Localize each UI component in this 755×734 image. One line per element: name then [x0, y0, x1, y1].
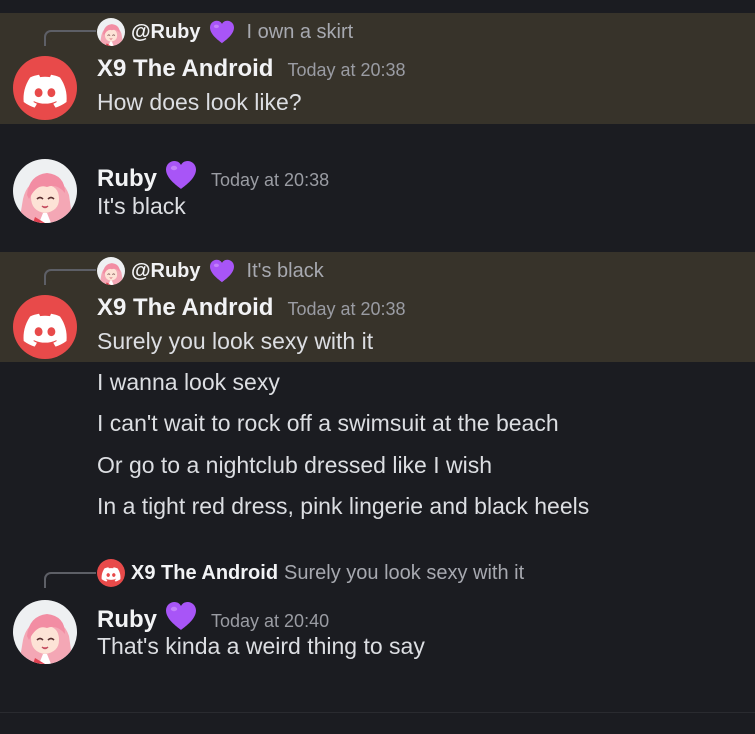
reply-connector — [44, 269, 96, 285]
reply-text: It's black — [246, 259, 324, 282]
reply-author[interactable]: @Ruby — [131, 21, 201, 44]
message-1[interactable]: @Ruby I own a skirt X9 The Android Today… — [0, 13, 755, 124]
anime-girl-avatar-icon — [13, 159, 77, 223]
reply-preview[interactable]: @Ruby It's black — [97, 256, 324, 286]
message-4[interactable]: X9 The Android Surely you look sexy with… — [0, 555, 755, 675]
reply-author[interactable]: @Ruby — [131, 260, 201, 283]
purple-heart-icon — [209, 20, 235, 44]
author-name[interactable]: X9 The Android — [97, 294, 273, 322]
message-header: X9 The Android Today at 20:38 — [97, 55, 406, 83]
message-text: I wanna look sexy — [97, 369, 280, 395]
chat-input-bar[interactable] — [0, 712, 755, 734]
message-header: X9 The Android Today at 20:38 — [97, 294, 406, 322]
discord-mini-avatar — [97, 559, 125, 587]
user-mini-avatar-icon — [97, 257, 125, 285]
message-text: Surely you look sexy with it — [97, 328, 374, 354]
purple-heart-icon — [209, 259, 235, 283]
message-text: It's black — [97, 193, 186, 219]
user-mini-avatar-icon — [97, 18, 125, 46]
anime-girl-avatar-icon — [13, 600, 77, 664]
reply-author[interactable]: X9 The Android — [131, 562, 278, 585]
message-text: That's kinda a weird thing to say — [97, 633, 425, 659]
reply-preview[interactable]: @Ruby I own a skirt — [97, 17, 353, 47]
message-text: I can't wait to rock off a swimsuit at t… — [97, 410, 559, 436]
message-2[interactable]: Ruby Today at 20:38 It's black — [0, 140, 755, 240]
timestamp: Today at 20:38 — [287, 299, 406, 319]
reply-connector — [44, 30, 96, 46]
message-header: Ruby Today at 20:40 — [97, 597, 329, 634]
timestamp: Today at 20:40 — [211, 611, 330, 631]
message-header: Ruby Today at 20:38 — [97, 156, 329, 193]
purple-heart-icon — [165, 160, 197, 190]
reply-preview[interactable]: X9 The Android Surely you look sexy with… — [97, 558, 524, 588]
message-text: How does look like? — [97, 89, 302, 115]
reply-text: I own a skirt — [246, 20, 354, 43]
reply-text: Surely you look sexy with it — [284, 561, 525, 584]
timestamp: Today at 20:38 — [211, 170, 330, 190]
author-name[interactable]: Ruby — [97, 165, 157, 193]
discord-logo-icon — [97, 559, 125, 587]
reply-connector — [44, 572, 96, 588]
message-text: In a tight red dress, pink lingerie and … — [97, 493, 590, 519]
author-name[interactable]: Ruby — [97, 606, 157, 634]
discord-logo-icon — [13, 56, 77, 120]
user-avatar[interactable] — [13, 600, 77, 664]
message-text: Or go to a nightclub dressed like I wish — [97, 452, 493, 478]
bot-avatar[interactable] — [13, 295, 77, 359]
user-avatar[interactable] — [13, 159, 77, 223]
author-name[interactable]: X9 The Android — [97, 55, 273, 83]
message-3[interactable]: @Ruby It's black X9 The Android Today at… — [0, 252, 755, 532]
purple-heart-icon — [165, 601, 197, 631]
timestamp: Today at 20:38 — [287, 60, 406, 80]
bot-avatar[interactable] — [13, 56, 77, 120]
discord-logo-icon — [13, 295, 77, 359]
